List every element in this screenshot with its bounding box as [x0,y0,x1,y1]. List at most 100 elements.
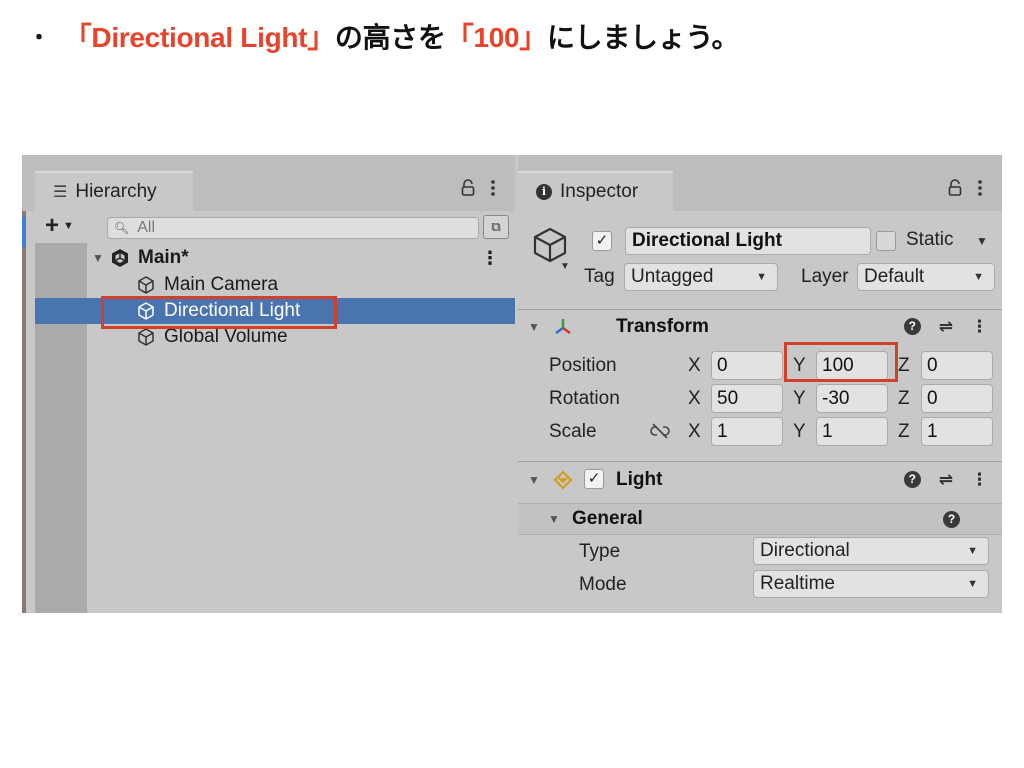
icon-dropdown-icon[interactable]: ▼ [560,261,570,272]
light-type-dropdown[interactable]: Directional ▼ [753,537,989,565]
hierarchy-item-main-camera[interactable]: Main Camera [35,272,515,298]
kebab-menu-icon[interactable]: ⋮ [971,317,988,337]
hierarchy-panel: ☰ Hierarchy +▼ 🔍︎ ⧉ ▼ Main* ⋮ [22,155,515,613]
caret-down-icon: ▼ [967,545,978,557]
hierarchy-item-label: Main Camera [164,274,279,295]
inspector-panel: i Inspector ▼ ✓ Static ▼ Tag Untagged ▼ … [518,155,1002,613]
tag-dropdown[interactable]: Untagged ▼ [624,263,778,291]
instruction-end: にしましょう。 [546,22,740,53]
search-input[interactable] [137,219,438,237]
rotation-z-field[interactable] [921,384,993,413]
instruction-middle: の高さを [334,22,446,53]
light-enabled-checkbox[interactable]: ✓ [584,469,604,489]
plus-icon: + [45,212,60,239]
hierarchy-item-label: Global Volume [164,326,288,347]
layer-label: Layer [801,266,849,287]
highlight-directional-light [101,296,337,329]
layer-dropdown[interactable]: Default ▼ [857,263,995,291]
caret-down-icon: ▼ [63,220,74,232]
light-type-row: Type Directional ▼ [518,537,1002,567]
help-icon[interactable]: ? [903,318,921,335]
lock-icon[interactable] [461,179,475,197]
gameobject-cube-icon [138,276,154,294]
directional-light-icon [553,470,573,489]
transform-title: Transform [616,315,709,337]
scale-row: Scale X Y Z [518,417,1002,447]
kebab-menu-icon[interactable] [491,179,495,197]
highlight-position-y [784,342,898,382]
light-mode-dropdown[interactable]: Realtime ▼ [753,570,989,598]
static-label: Static [906,229,954,250]
axis-z-label[interactable]: Z [898,355,910,377]
axis-y-label[interactable]: Y [793,421,806,443]
kebab-menu-icon[interactable]: ⋮ [971,470,988,490]
collapse-arrow-icon[interactable]: ▼ [548,512,560,526]
gameobject-cube-icon[interactable] [530,225,570,265]
tab-hierarchy[interactable]: ☰ Hierarchy [35,171,193,211]
caret-down-icon: ▼ [967,578,978,590]
scene-view-edge [22,211,26,613]
axis-y-label[interactable]: Y [793,388,806,410]
position-row: Position X Y Z [518,351,1002,381]
type-label: Type [579,541,621,562]
position-x-field[interactable] [711,351,783,380]
gameobject-name-field[interactable] [625,227,871,255]
instruction-target-value: 「100」 [445,22,548,53]
tab-inspector[interactable]: i Inspector [518,171,673,211]
general-section-header[interactable]: ▼ General ? [518,503,1002,535]
rotation-row: Rotation X Y Z [518,384,1002,414]
presets-icon[interactable]: ⇌ [939,317,953,337]
static-dropdown-icon[interactable]: ▼ [976,234,988,248]
axis-z-label[interactable]: Z [898,421,910,443]
scene-visibility-button[interactable]: ⧉ [483,215,509,239]
position-z-field[interactable] [921,351,993,380]
inspector-tab-tools [948,179,982,197]
mode-label: Mode [579,574,627,595]
scale-x-field[interactable] [711,417,783,446]
collapse-arrow-icon[interactable]: ▼ [528,320,540,334]
transform-tools: ? ⇌ ⋮ [903,317,988,337]
axis-x-label[interactable]: X [688,388,701,410]
kebab-menu-icon[interactable] [978,179,982,197]
bullet: ・ [28,25,50,50]
light-mode-row: Mode Realtime ▼ [518,570,1002,600]
unity-editor: ☰ Hierarchy +▼ 🔍︎ ⧉ ▼ Main* ⋮ [22,155,1002,613]
axis-z-label[interactable]: Z [898,388,910,410]
caret-down-icon: ▼ [756,271,767,283]
transform-axes-icon [555,318,571,334]
help-icon[interactable]: ? [943,510,960,528]
lock-icon[interactable] [948,179,962,197]
static-checkbox[interactable] [876,231,896,251]
scene-kebab-icon[interactable]: ⋮ [481,248,499,269]
collapse-arrow-icon[interactable]: ▼ [528,473,540,487]
light-header[interactable]: ▼ ✓ Light ? ⇌ ⋮ [518,461,1002,497]
create-button[interactable]: + ▼ [45,212,74,240]
rotation-label: Rotation [549,388,620,409]
search-icon: 🔍︎ [114,221,130,235]
active-checkbox[interactable]: ✓ [592,231,612,251]
gameobject-cube-icon [138,328,154,346]
expand-arrow-icon[interactable]: ▼ [92,251,110,265]
axis-x-label[interactable]: X [688,355,701,377]
axis-x-label[interactable]: X [688,421,701,443]
unlinked-chain-icon[interactable] [650,423,670,439]
presets-icon[interactable]: ⇌ [939,470,953,490]
hierarchy-search[interactable]: 🔍︎ [107,217,479,239]
rotation-y-field[interactable] [816,384,888,413]
scale-z-field[interactable] [921,417,993,446]
rotation-x-field[interactable] [711,384,783,413]
scale-label: Scale [549,421,597,442]
light-mode-value: Realtime [760,573,835,594]
scale-y-field[interactable] [816,417,888,446]
hierarchy-toolbar: +▼ 🔍︎ ⧉ [35,212,515,241]
help-icon[interactable]: ? [903,471,921,488]
transform-header[interactable]: ▼ Transform ? ⇌ ⋮ [518,309,1002,343]
light-title: Light [616,468,663,490]
light-type-value: Directional [760,540,850,561]
info-icon: i [536,184,552,200]
tag-label: Tag [584,266,615,287]
list-icon: ☰ [53,184,68,201]
scene-name: Main* [138,247,189,268]
scene-row[interactable]: ▼ Main* ⋮ [35,245,515,271]
instruction-text: ・ 「Directional Light」 の高さを 「100」 にしましょう。 [28,16,739,56]
